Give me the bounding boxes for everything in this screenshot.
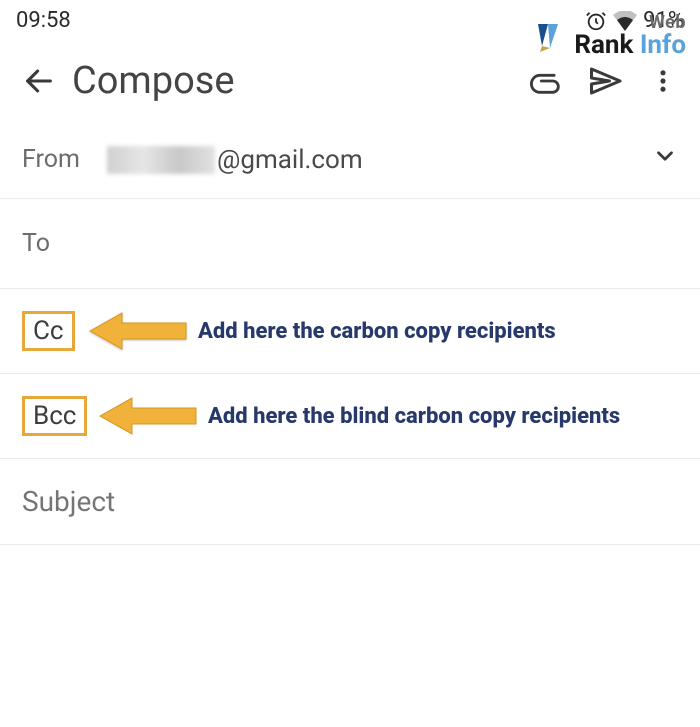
send-icon <box>587 63 623 99</box>
attach-button[interactable] <box>518 64 576 98</box>
status-time: 09:58 <box>16 8 71 33</box>
from-label: From <box>22 145 107 174</box>
back-button[interactable] <box>22 64 70 98</box>
from-field[interactable]: From @gmail.com <box>0 121 700 199</box>
from-expand[interactable] <box>652 143 678 176</box>
watermark: Web Rank Info <box>532 14 686 58</box>
arrow-left-icon <box>22 64 56 98</box>
more-button[interactable] <box>634 64 692 98</box>
chevron-down-icon <box>652 143 678 169</box>
more-vert-icon <box>649 64 677 98</box>
cc-annotation: Add here the carbon copy recipients <box>88 309 556 353</box>
watermark-logo-icon <box>532 18 572 58</box>
cc-field[interactable]: Cc Add here the carbon copy recipients <box>0 289 700 374</box>
to-field[interactable]: To <box>0 199 700 289</box>
watermark-line2: Rank Info <box>574 32 686 58</box>
page-title: Compose <box>72 59 518 103</box>
bcc-annotation: Add here the blind carbon copy recipient… <box>98 394 620 438</box>
paperclip-icon <box>530 64 564 98</box>
send-button[interactable] <box>576 63 634 99</box>
arrow-icon <box>98 394 198 438</box>
bcc-annotation-text: Add here the blind carbon copy recipient… <box>208 404 620 429</box>
subject-field[interactable]: Subject <box>0 459 700 545</box>
cc-annotation-text: Add here the carbon copy recipients <box>198 319 556 344</box>
bcc-field[interactable]: Bcc Add here the blind carbon copy recip… <box>0 374 700 459</box>
subject-label: Subject <box>22 485 115 518</box>
cc-label: Cc <box>22 311 75 351</box>
from-redacted <box>107 146 215 174</box>
to-label: To <box>22 229 107 258</box>
bcc-label: Bcc <box>22 396 87 436</box>
arrow-icon <box>88 309 188 353</box>
from-value: @gmail.com <box>107 145 363 175</box>
from-domain: @gmail.com <box>217 145 363 175</box>
